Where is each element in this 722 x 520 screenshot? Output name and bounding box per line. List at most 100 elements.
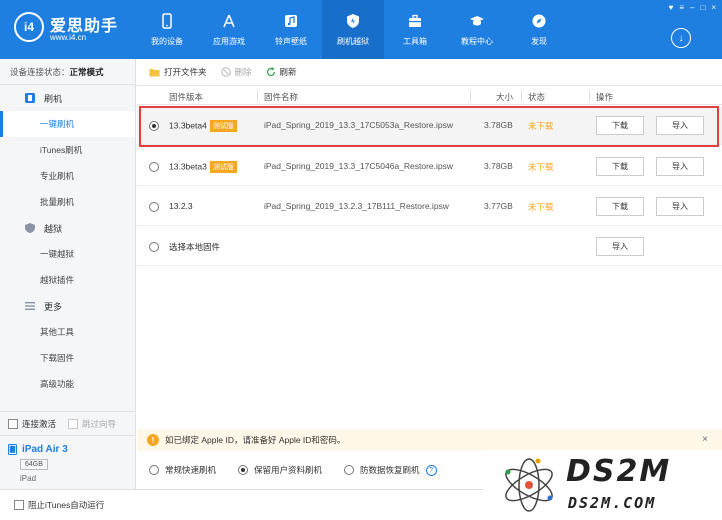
firmware-version: 13.3beta3 测试版 — [169, 161, 237, 173]
column-divider[interactable] — [257, 90, 258, 102]
firmware-toolbar: 打开文件夹 删除 刷新 — [137, 59, 722, 85]
device-model: iPad — [20, 474, 37, 483]
skin-icon[interactable]: ♥ — [669, 3, 674, 12]
checkbox-icon — [14, 500, 24, 510]
folder-icon — [149, 68, 160, 76]
main-nav: 我的设备 应用游戏 铃声壁纸 刷机越狱 工具箱 教程中心 发现 — [136, 0, 570, 59]
toolbox-icon — [406, 12, 424, 30]
nav-toolbox[interactable]: 工具箱 — [384, 0, 446, 59]
nav-label: 铃声壁纸 — [275, 37, 307, 46]
table-row[interactable]: 13.2.3 iPad_Spring_2019_13.2.3_17B111_Re… — [137, 188, 722, 226]
mode-anti-recovery-flash[interactable]: 防数据恢复刷机 ? — [344, 464, 437, 476]
table-row[interactable]: 13.3beta3 测试版 iPad_Spring_2019_13.3_17C50… — [137, 148, 722, 186]
nav-discover[interactable]: 发现 — [508, 0, 570, 59]
nav-flash-jailbreak[interactable]: 刷机越狱 — [322, 0, 384, 59]
open-folder-button[interactable]: 打开文件夹 — [149, 66, 207, 78]
firmware-status: 未下载 — [528, 121, 554, 131]
delete-label: 删除 — [234, 67, 252, 77]
header-status: 状态 — [528, 92, 546, 102]
table-row[interactable]: 13.3beta4 测试版 iPad_Spring_2019_13.3_17C50… — [137, 107, 722, 145]
import-button[interactable]: 导入 — [656, 197, 704, 216]
sidebar-item-batch-flash[interactable]: 批量刷机 — [0, 189, 135, 215]
apple-id-notice: ! 如已绑定 Apple ID，请准备好 Apple ID和密码。 × — [137, 429, 722, 451]
sidebar-item-advanced[interactable]: 高级功能 — [0, 371, 135, 397]
music-icon — [282, 12, 300, 30]
firmware-version: 13.3beta4 测试版 — [169, 120, 237, 132]
sidebar-item-one-click-jailbreak[interactable]: 一键越狱 — [0, 241, 135, 267]
table-row-local-firmware[interactable]: 选择本地固件 导入 — [137, 228, 722, 266]
sidebar-group-jailbreak[interactable]: 越狱 — [0, 215, 135, 241]
firmware-radio[interactable] — [149, 202, 159, 212]
group-label: 越狱 — [44, 223, 63, 234]
nav-apps-games[interactable]: 应用游戏 — [198, 0, 260, 59]
device-card[interactable]: iPad Air 3 64GB iPad — [0, 435, 136, 495]
column-divider[interactable] — [589, 90, 590, 102]
nav-label: 应用游戏 — [213, 37, 245, 46]
beta-badge: 测试版 — [209, 120, 237, 132]
version-text: 13.3beta4 — [169, 120, 207, 131]
firmware-radio[interactable] — [149, 162, 159, 172]
skip-guide-checkbox[interactable]: 跳过向导 — [68, 418, 116, 430]
firmware-status: 未下载 — [528, 202, 554, 212]
device-connection-status: 设备连接状态：正常模式 — [0, 59, 135, 85]
column-divider[interactable] — [521, 90, 522, 102]
local-import-button[interactable]: 导入 — [596, 237, 644, 256]
nav-tutorials[interactable]: 教程中心 — [446, 0, 508, 59]
sidebar-item-one-click-flash[interactable]: 一键刷机 — [0, 111, 135, 137]
nav-label: 发现 — [531, 37, 547, 46]
firmware-radio[interactable] — [149, 121, 159, 131]
beta-badge: 测试版 — [209, 161, 237, 173]
menu-icon[interactable]: ≡ — [679, 3, 684, 12]
header-action: 操作 — [596, 92, 614, 102]
radio-icon — [149, 465, 159, 475]
close-icon[interactable]: × — [711, 3, 716, 12]
download-button[interactable]: 下载 — [596, 157, 644, 176]
watermark-title: DS2M — [566, 454, 672, 489]
firmware-size: 3.78GB — [484, 120, 513, 130]
import-button[interactable]: 导入 — [656, 157, 704, 176]
graduation-cap-icon — [468, 12, 486, 30]
sidebar-group-more[interactable]: 更多 — [0, 293, 135, 319]
activate-checkbox[interactable]: 连接激活 — [8, 418, 56, 430]
radio-icon — [238, 465, 249, 475]
help-icon[interactable]: ? — [425, 464, 437, 476]
atom-logo-icon — [505, 458, 553, 512]
download-button[interactable]: 下载 — [596, 197, 644, 216]
activate-label: 连接激活 — [22, 418, 57, 429]
flash-icon — [24, 92, 36, 104]
mode-quick-flash[interactable]: 常规快速刷机 — [149, 464, 216, 476]
phone-icon — [158, 12, 176, 30]
mode-label: 防数据恢复刷机 — [360, 465, 420, 475]
nav-ringtones-wallpapers[interactable]: 铃声壁纸 — [260, 0, 322, 59]
i4-logo-icon: i4 — [14, 12, 44, 42]
sidebar-group-flash[interactable]: 刷机 — [0, 85, 135, 111]
menu-icon — [24, 300, 36, 312]
window-controls: ♥ ≡ – □ × — [669, 3, 716, 12]
refresh-button[interactable]: 刷新 — [266, 66, 297, 78]
download-button[interactable]: 下载 — [596, 116, 644, 135]
group-label: 更多 — [44, 301, 63, 312]
sidebar-item-other-tools[interactable]: 其他工具 — [0, 319, 135, 345]
sidebar-item-jailbreak-plugins[interactable]: 越狱插件 — [0, 267, 135, 293]
sidebar-item-pro-flash[interactable]: 专业刷机 — [0, 163, 135, 189]
maximize-icon[interactable]: □ — [700, 3, 705, 12]
close-icon[interactable]: × — [702, 434, 708, 445]
delete-button[interactable]: 删除 — [220, 66, 252, 78]
group-label: 刷机 — [44, 93, 63, 104]
refresh-label: 刷新 — [279, 67, 297, 77]
open-folder-label: 打开文件夹 — [164, 67, 207, 77]
firmware-size: 3.77GB — [484, 201, 513, 211]
firmware-table-header: 固件版本 固件名称 大小 状态 操作 — [137, 85, 722, 105]
nav-my-device[interactable]: 我的设备 — [136, 0, 198, 59]
sidebar-item-download-firmware[interactable]: 下载固件 — [0, 345, 135, 371]
local-firmware-radio[interactable] — [149, 242, 159, 252]
column-divider[interactable] — [470, 90, 471, 102]
minimize-icon[interactable]: – — [690, 3, 694, 12]
import-button[interactable]: 导入 — [656, 116, 704, 135]
download-manager-icon[interactable]: ↓ — [671, 28, 691, 48]
mode-label: 保留用户资料刷机 — [254, 465, 323, 475]
sidebar-item-itunes-flash[interactable]: iTunes刷机 — [0, 137, 135, 163]
mode-keep-data-flash[interactable]: 保留用户资料刷机 — [238, 464, 322, 476]
jailbreak-icon — [24, 222, 36, 234]
version-text: 13.3beta3 — [169, 161, 207, 172]
